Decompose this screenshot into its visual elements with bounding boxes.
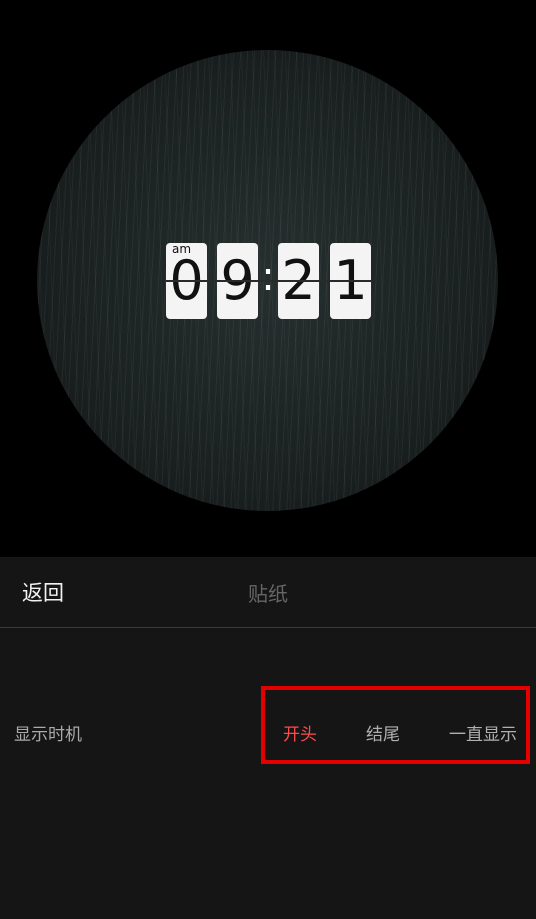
sticker-preview: am 0 9 : 2 1 [0,0,536,557]
display-timing-label: 显示时机 [14,725,82,745]
option-end[interactable]: 结尾 [366,720,400,745]
sticker-settings-panel: 返回 贴纸 显示时机 开头 结尾 一直显示 [0,557,536,919]
flip-clock-sticker[interactable]: am 0 9 : 2 1 [166,242,372,319]
panel-header: 返回 贴纸 [0,557,536,628]
panel-title: 贴纸 [248,582,288,606]
flip-midline [166,280,372,282]
option-always-show[interactable]: 一直显示 [449,720,517,745]
option-start[interactable]: 开头 [283,720,317,745]
ampm-label: am [172,242,192,256]
